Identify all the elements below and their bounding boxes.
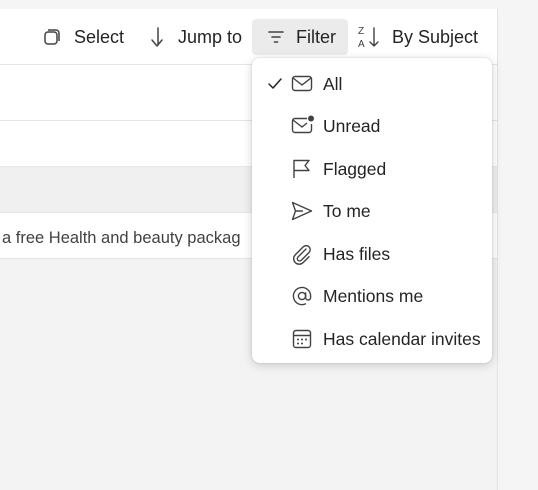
message-preview: a free Health and beauty packag bbox=[2, 229, 241, 247]
mail-unread-icon bbox=[290, 115, 314, 142]
jump-to-label: Jump to bbox=[178, 26, 243, 47]
checkmark-icon bbox=[266, 75, 284, 98]
filter-menu: All Unread Flagged To me Has files Menti… bbox=[252, 58, 492, 363]
svg-text:A: A bbox=[358, 39, 365, 50]
filter-option-label: Mentions me bbox=[323, 286, 424, 306]
filter-option-label: Unread bbox=[323, 116, 381, 136]
filter-option-flagged[interactable]: Flagged bbox=[252, 150, 492, 188]
select-label: Select bbox=[74, 26, 125, 47]
arrow-down-icon bbox=[146, 25, 168, 49]
filter-label: Filter bbox=[296, 26, 336, 47]
filter-icon bbox=[266, 27, 286, 47]
calendar-icon bbox=[290, 328, 314, 355]
send-icon bbox=[290, 200, 314, 227]
filter-option-unread[interactable]: Unread bbox=[252, 107, 492, 145]
flag-icon bbox=[290, 158, 314, 185]
filter-option-label: Flagged bbox=[323, 159, 387, 179]
sort-az-icon: Z A bbox=[356, 23, 382, 51]
filter-option-calendar-invites[interactable]: Has calendar invites bbox=[252, 320, 492, 358]
filter-option-all[interactable]: All bbox=[252, 65, 492, 103]
message-list-toolbar: Select Jump to Filter Z A By Subject bbox=[0, 9, 497, 64]
filter-option-has-files[interactable]: Has files bbox=[252, 235, 492, 273]
filter-button[interactable]: Filter bbox=[252, 19, 348, 55]
filter-option-label: To me bbox=[323, 201, 371, 221]
svg-text:Z: Z bbox=[358, 26, 364, 37]
filter-option-mentions-me[interactable]: Mentions me bbox=[252, 277, 492, 315]
mention-icon bbox=[290, 285, 314, 312]
mail-icon bbox=[290, 73, 314, 100]
sort-label: By Subject bbox=[392, 26, 479, 47]
select-icon bbox=[40, 25, 64, 49]
select-button[interactable]: Select bbox=[40, 19, 124, 55]
filter-option-to-me[interactable]: To me bbox=[252, 192, 492, 230]
filter-option-label: Has calendar invites bbox=[323, 329, 481, 349]
filter-option-label: All bbox=[323, 74, 343, 94]
attach-icon bbox=[290, 243, 314, 270]
filter-option-label: Has files bbox=[323, 244, 391, 264]
jump-to-button[interactable]: Jump to bbox=[146, 19, 242, 55]
sort-button[interactable]: Z A By Subject bbox=[356, 19, 478, 55]
